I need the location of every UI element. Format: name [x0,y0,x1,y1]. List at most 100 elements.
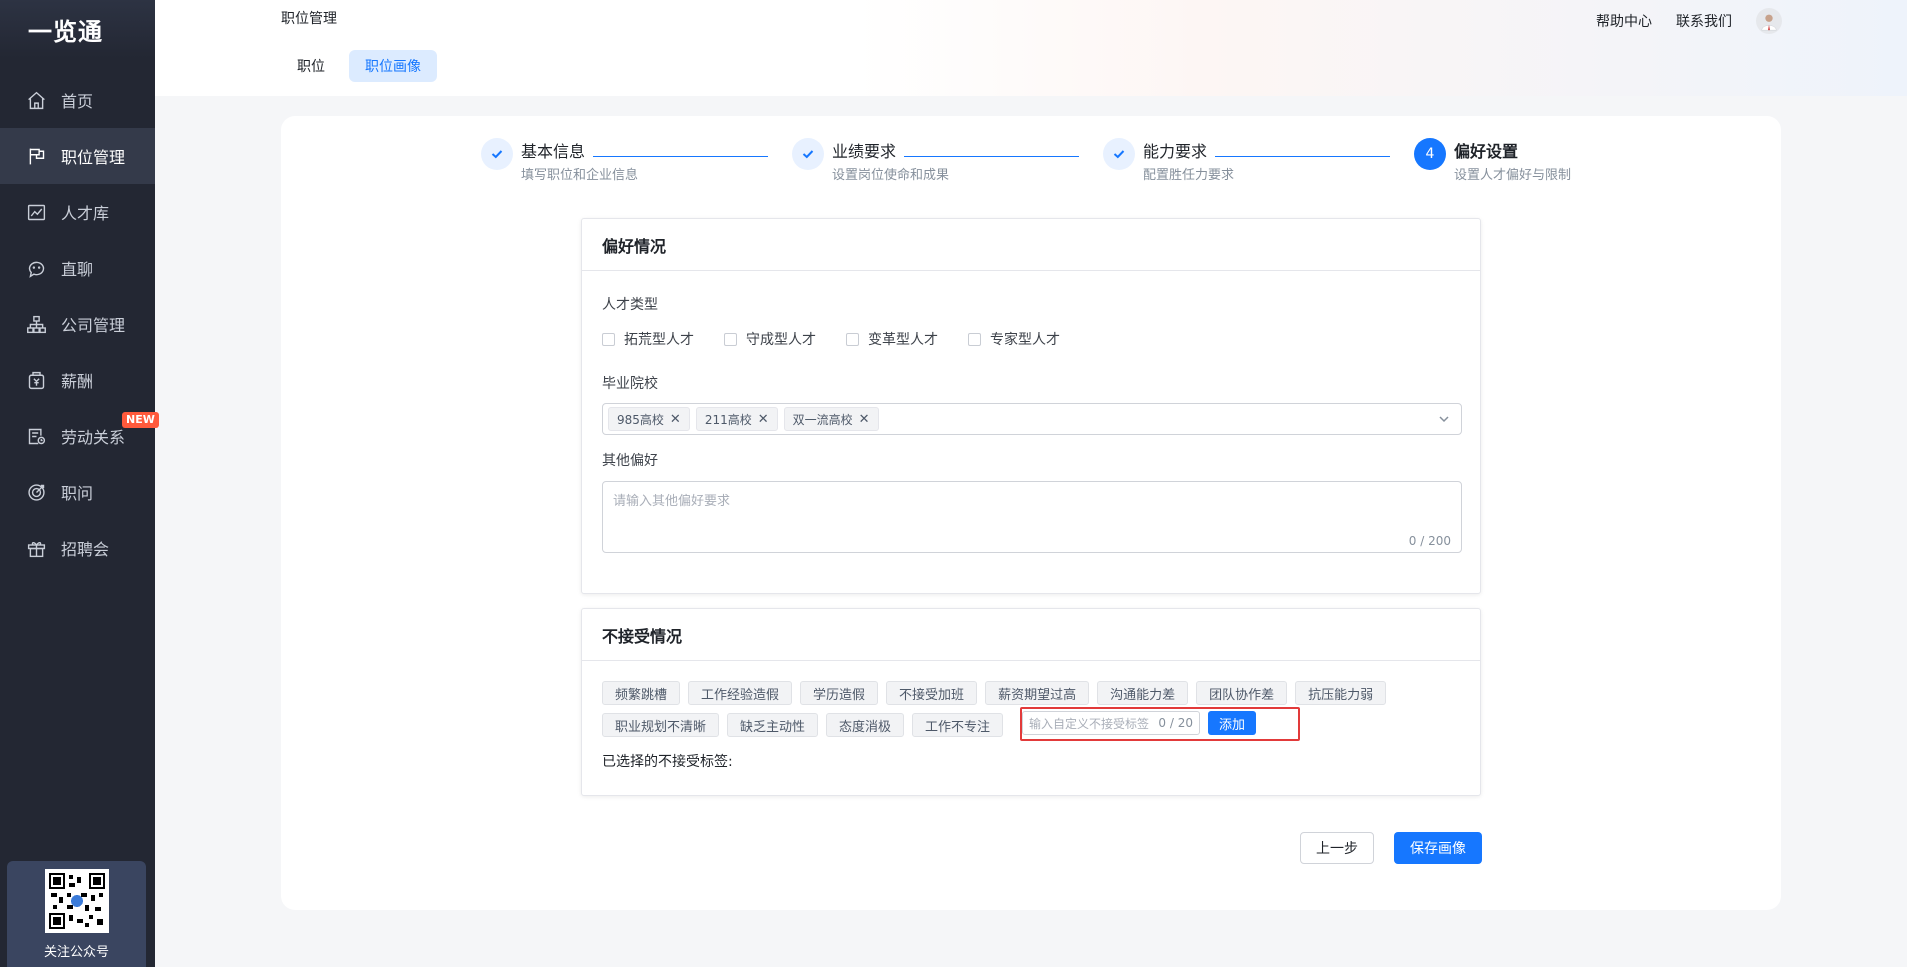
sidebar-item-label: 职位管理 [61,148,126,167]
sidebar-item-label: 招聘会 [61,540,110,559]
save-profile-button[interactable]: 保存画像 [1394,832,1482,864]
sidebar-item-label: 人才库 [61,204,110,223]
other-pref-textarea[interactable]: 请输入其他偏好要求 0 / 200 [602,481,1462,553]
tab-position-profile[interactable]: 职位画像 [349,50,437,82]
panel-heading: 偏好情况 [582,219,1480,271]
checkbox-box[interactable] [724,332,737,346]
reject-tag[interactable]: 职业规划不清晰 [602,713,720,737]
talent-type-label: 人才类型 [602,297,658,313]
app-logo[interactable]: 一览通 [0,0,155,58]
checkbox-box[interactable] [968,332,981,346]
sidebar-item-chat[interactable]: 直聊 [0,240,155,296]
preference-panel: 偏好情况 人才类型 拓荒型人才 守成型人才 变革型人才 专家型人才 毕业院校 9… [581,218,1481,594]
chevron-down-icon[interactable] [1437,412,1451,426]
step-title: 能力要求 [1143,142,1208,161]
step-preference[interactable]: 4 偏好设置 设置人才偏好与限制 [1414,138,1571,183]
reject-tag[interactable]: 团队协作差 [1196,681,1288,705]
reject-tag[interactable]: 沟通能力差 [1097,681,1189,705]
school-tag: 985高校 ✕ [608,407,690,431]
step-basic-info[interactable]: 基本信息填写职位和企业信息 [481,138,638,183]
talent-type-checkboxes: 拓荒型人才 守成型人才 变革型人才 专家型人才 [602,329,1060,349]
close-icon[interactable]: ✕ [859,412,870,427]
textarea-placeholder: 请输入其他偏好要求 [613,494,731,509]
contact-us-link[interactable]: 联系我们 [1676,11,1732,31]
reject-tag[interactable]: 频繁跳槽 [602,681,681,705]
reject-panel: 不接受情况 频繁跳槽 工作经验造假 学历造假 不接受加班 薪资期望过高 沟通能力… [581,608,1481,796]
sidebar-item-label: 职问 [61,484,94,503]
sidebar-item-zhiwen[interactable]: 职问 [0,464,155,520]
qr-code-icon [44,869,109,933]
step-title: 业绩要求 [832,142,897,161]
sidebar-item-salary[interactable]: 薪酬 [0,352,155,408]
step-connector [593,156,768,157]
prev-step-button[interactable]: 上一步 [1300,832,1374,864]
sidebar-item-label: 劳动关系 [61,428,126,447]
checkbox-label: 变革型人才 [868,332,938,348]
checkbox-box[interactable] [846,332,859,346]
checkbox-box[interactable] [602,332,615,346]
step-desc: 设置岗位使命和成果 [832,168,950,183]
home-icon [25,89,47,111]
step-desc: 配置胜任力要求 [1143,168,1235,183]
checkbox-reformer[interactable]: 变革型人才 [846,329,938,349]
step-capability[interactable]: 能力要求配置胜任力要求 [1103,138,1234,183]
avatar[interactable] [1756,8,1782,34]
qr-code-panel[interactable]: 关注公众号 [7,861,146,967]
sidebar-item-talent-pool[interactable]: 人才库 [0,184,155,240]
user-avatar-icon [1761,14,1777,31]
reject-tag[interactable]: 抗压能力弱 [1295,681,1387,705]
reject-tag[interactable]: 不接受加班 [886,681,978,705]
gift-icon [25,537,47,559]
sidebar-item-label: 公司管理 [61,316,126,335]
sidebar-item-label: 直聊 [61,260,94,279]
main-card: 基本信息 填写职位和企业信息 业绩要求 设置岗位使命和成果 能力要求 配置胜任力要求 … [281,116,1781,910]
checkbox-pioneer[interactable]: 拓荒型人才 [602,329,694,349]
step-performance[interactable]: 业绩要求设置岗位使命和成果 [792,138,949,183]
reject-tag[interactable]: 缺乏主动性 [727,713,819,737]
flag-icon [25,145,47,167]
step-number: 4 [1414,138,1446,170]
chart-icon [25,201,47,223]
sidebar-item-label: 薪酬 [61,372,94,391]
top-header: 职位管理 帮助中心 联系我们 职位 职位画像 [155,0,1907,96]
tab-position[interactable]: 职位 [281,50,341,82]
reject-tag[interactable]: 学历造假 [800,681,879,705]
reject-tag[interactable]: 态度消极 [826,713,905,737]
sidebar-item-label: 首页 [61,92,94,111]
step-desc: 填写职位和企业信息 [521,168,639,183]
close-icon[interactable]: ✕ [670,412,681,427]
step-desc: 设置人才偏好与限制 [1454,168,1572,183]
step-title: 基本信息 [521,142,586,161]
checkbox-label: 专家型人才 [990,332,1060,348]
sidebar: 一览通 首页 职位管理 人才库 直聊 公司管理 薪酬 劳动关系 NEW 职问 招… [0,0,159,967]
reject-tag[interactable]: 工作不专注 [912,713,1004,737]
sidebar-item-job-fair[interactable]: 招聘会 [0,520,155,576]
tag-label: 211高校 [704,412,752,427]
tag-label: 双一流高校 [792,412,853,427]
tag-label: 985高校 [617,412,664,427]
chat-icon [25,257,47,279]
header-actions: 帮助中心 联系我们 [1596,8,1782,34]
check-icon [1103,138,1135,170]
close-icon[interactable]: ✕ [758,412,769,427]
new-badge: NEW [122,412,159,428]
check-icon [792,138,824,170]
sidebar-item-home[interactable]: 首页 [0,72,155,128]
sub-tabs: 职位 职位画像 [281,50,437,82]
reject-tag[interactable]: 工作经验造假 [688,681,793,705]
school-select[interactable]: 985高校 ✕ 211高校 ✕ 双一流高校 ✕ [602,403,1462,435]
reject-tag[interactable]: 薪资期望过高 [985,681,1090,705]
sidebar-item-labor-relations[interactable]: 劳动关系 NEW [0,408,159,464]
highlight-box [1020,707,1300,741]
char-counter: 0 / 200 [1408,534,1451,548]
check-icon [481,138,513,170]
progress-steps: 基本信息 填写职位和企业信息 业绩要求 设置岗位使命和成果 能力要求 配置胜任力要求 … [481,138,1631,198]
selected-reject-label: 已选择的不接受标签: [602,754,733,770]
checkbox-label: 守成型人才 [746,332,816,348]
checkbox-keeper[interactable]: 守成型人才 [724,329,816,349]
checkbox-expert[interactable]: 专家型人才 [968,329,1060,349]
step-connector [904,156,1079,157]
sidebar-item-job-management[interactable]: 职位管理 [0,128,155,184]
sidebar-item-company[interactable]: 公司管理 [0,296,155,352]
help-center-link[interactable]: 帮助中心 [1596,11,1652,31]
